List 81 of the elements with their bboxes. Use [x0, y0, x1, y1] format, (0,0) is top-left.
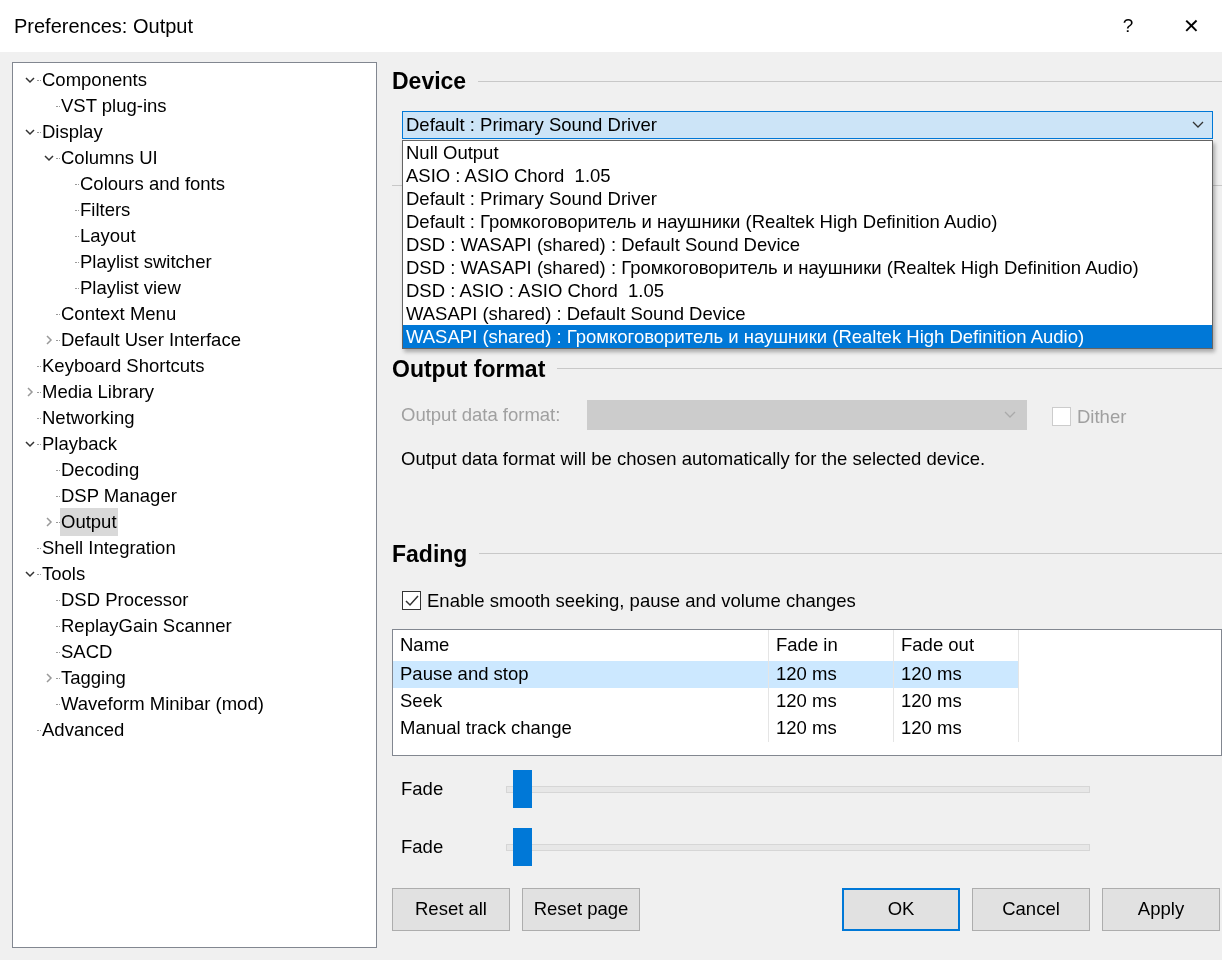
- tree-item[interactable]: Tools: [41, 560, 87, 588]
- slider[interactable]: [506, 827, 1090, 866]
- device-dropdown[interactable]: Default : Primary Sound Driver: [402, 110, 1213, 139]
- chevron-right-icon[interactable]: [44, 517, 54, 527]
- tree-item[interactable]: Components: [41, 66, 148, 94]
- tree-item[interactable]: SACD: [60, 638, 114, 666]
- slider-label: Fade: [400, 834, 445, 859]
- chevron-down-icon[interactable]: [44, 153, 54, 163]
- tree-item[interactable]: Waveform Minibar (mod): [60, 690, 265, 718]
- tree-item[interactable]: Layout: [79, 222, 137, 250]
- field-label: Output data format:: [401, 403, 562, 427]
- tree-item[interactable]: Context Menu: [60, 300, 178, 328]
- description-text: Output data format will be chosen automatically for the selected device.: [401, 446, 987, 471]
- chevron-down-icon[interactable]: [25, 75, 35, 85]
- section-heading: Device: [392, 67, 467, 96]
- table-cell: 120 ms: [894, 714, 1019, 742]
- dropdown-option[interactable]: Default : Громкоговоритель и наушники (Realtek High Definition Audio): [403, 209, 1212, 233]
- table-cell: 120 ms: [894, 687, 1019, 715]
- dropdown-option[interactable]: DSD : WASAPI (shared) : Default Sound Device: [403, 232, 1212, 256]
- tree-item[interactable]: ReplayGain Scanner: [60, 612, 233, 640]
- slider-thumb[interactable]: [513, 769, 532, 808]
- tree-item[interactable]: Decoding: [60, 456, 141, 484]
- dropdown-option[interactable]: Default : Primary Sound Driver: [403, 186, 1212, 210]
- column-header[interactable]: Fade in: [769, 629, 894, 661]
- dialog-button[interactable]: OK: [842, 887, 960, 931]
- help-button[interactable]: ?: [1108, 6, 1148, 46]
- chevron-down-icon[interactable]: [25, 127, 35, 137]
- column-header[interactable]: Fade out: [894, 629, 1019, 661]
- tree-item[interactable]: Display: [41, 118, 104, 146]
- tree-item[interactable]: Networking: [41, 404, 136, 432]
- checkbox-label: Enable smooth seeking, pause and volume changes: [427, 589, 856, 613]
- dropdown-option[interactable]: DSD : WASAPI (shared) : Громкоговоритель и наушники (Realtek High Definition Audio): [403, 255, 1212, 279]
- table-cell: 120 ms: [769, 660, 894, 688]
- column-header[interactable]: Name: [393, 629, 769, 661]
- chevron-down-icon: [1004, 410, 1016, 419]
- tree-item[interactable]: Default User Interface: [60, 326, 242, 354]
- checkbox[interactable]: [402, 591, 421, 611]
- tree-item[interactable]: VST plug-ins: [60, 92, 168, 120]
- tree-item[interactable]: Output: [60, 508, 118, 536]
- tree-item[interactable]: Playlist switcher: [79, 248, 213, 276]
- dropdown-option[interactable]: WASAPI (shared) : Громкоговоритель и наушники (Realtek High Definition Audio): [403, 324, 1212, 348]
- chevron-right-icon[interactable]: [44, 673, 54, 683]
- slider-label: Fade: [400, 776, 445, 801]
- chevron-right-icon[interactable]: [25, 387, 35, 397]
- checkbox-label: Dither: [1077, 405, 1127, 429]
- chevron-right-icon[interactable]: [44, 335, 54, 345]
- section-heading: Output format: [392, 354, 546, 384]
- dialog-button[interactable]: Reset all: [392, 887, 510, 931]
- dialog-button[interactable]: Cancel: [972, 887, 1090, 931]
- tree-item[interactable]: Columns UI: [60, 144, 159, 172]
- dialog-button[interactable]: Reset page: [522, 887, 640, 931]
- table-cell: 120 ms: [894, 660, 1019, 688]
- tree-item[interactable]: DSP Manager: [60, 482, 178, 510]
- tree-item[interactable]: Filters: [79, 196, 132, 224]
- tree-item[interactable]: DSD Processor: [60, 586, 190, 614]
- table-cell: 120 ms: [769, 687, 894, 715]
- tree-item[interactable]: Media Library: [41, 378, 156, 406]
- chevron-down-icon[interactable]: [25, 439, 35, 449]
- tree-item[interactable]: Keyboard Shortcuts: [41, 352, 206, 380]
- tree-item[interactable]: Colours and fonts: [79, 170, 226, 198]
- slider[interactable]: [506, 769, 1090, 808]
- slider-thumb[interactable]: [513, 827, 532, 866]
- table-cell: Seek: [393, 687, 769, 715]
- section-heading: Fading: [392, 539, 468, 569]
- dropdown-option[interactable]: WASAPI (shared) : Default Sound Device: [403, 301, 1212, 325]
- tree-item[interactable]: Tagging: [60, 664, 127, 692]
- tree-item[interactable]: Shell Integration: [41, 534, 177, 562]
- table-cell: Pause and stop: [393, 660, 769, 688]
- dropdown-option[interactable]: DSD : ASIO : ASIO Chord 1.05: [403, 278, 1212, 302]
- dropdown-option[interactable]: Null Output: [403, 140, 1212, 164]
- close-button[interactable]: ✕: [1168, 6, 1214, 46]
- chevron-down-icon[interactable]: [25, 569, 35, 579]
- tree-item[interactable]: Playback: [41, 430, 119, 458]
- tree-item[interactable]: Playlist view: [79, 274, 182, 302]
- chevron-down-icon: [1192, 120, 1204, 129]
- dialog-button[interactable]: Apply: [1102, 887, 1220, 931]
- window-title: Preferences: Output: [14, 14, 194, 39]
- tree-item[interactable]: Advanced: [41, 716, 126, 744]
- table-cell: 120 ms: [769, 714, 894, 742]
- table-cell: Manual track change: [393, 714, 769, 742]
- dropdown-option[interactable]: ASIO : ASIO Chord 1.05: [403, 163, 1212, 187]
